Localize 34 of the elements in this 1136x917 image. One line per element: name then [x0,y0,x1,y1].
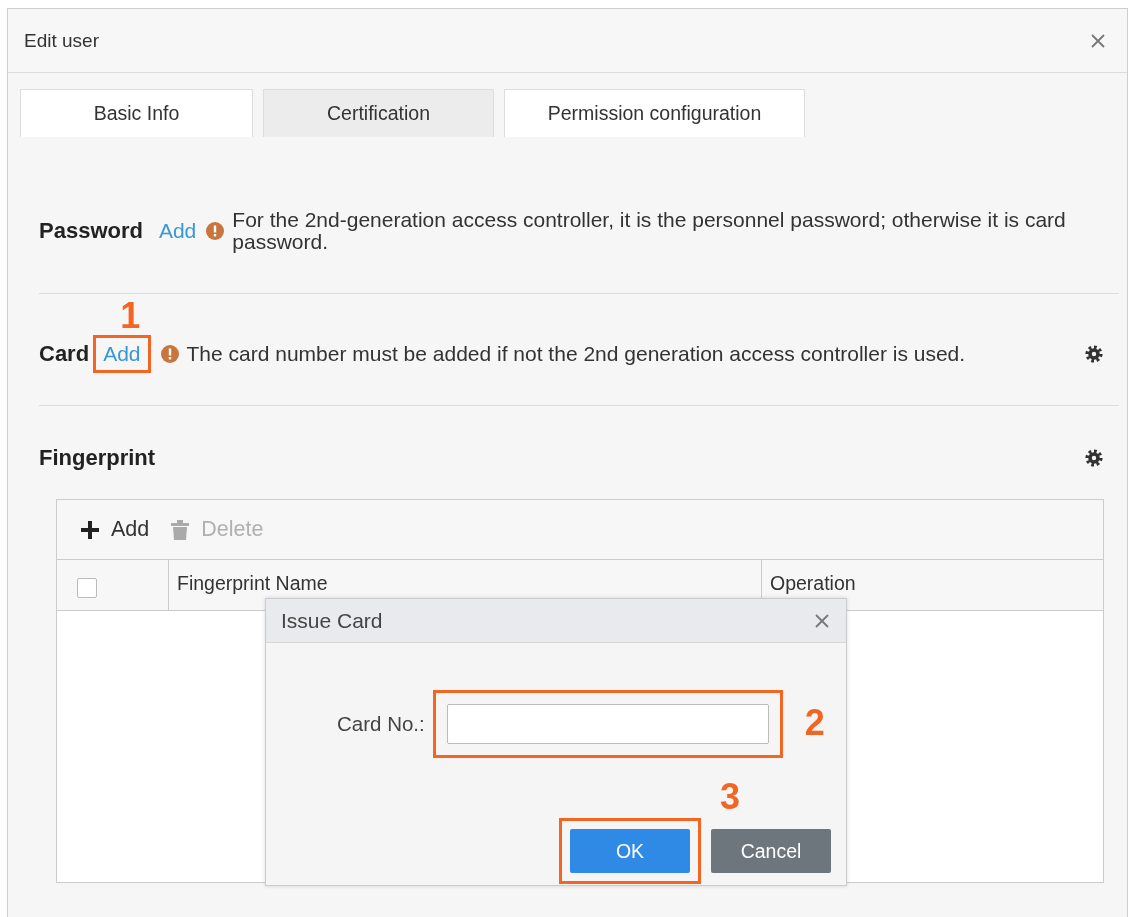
checkbox[interactable] [77,578,97,598]
column-header: Operation [769,571,857,596]
note-text: The card number must be added if not the 2nd generation access controller is used. [186,343,966,365]
settings-icon [1085,449,1103,467]
close-icon [1091,33,1105,48]
section-title: Fingerprint [39,445,156,471]
plus-icon [81,520,99,539]
settings-button[interactable] [1085,345,1103,363]
warning-icon [160,345,179,363]
close-button[interactable] [1089,31,1107,50]
section-title: Card [39,341,90,367]
add-link[interactable]: Add [103,342,141,366]
dialog-title: Issue Card [281,608,383,633]
field-label: Card No.: [337,712,425,736]
tab[interactable]: Basic Info [20,89,253,137]
trash-icon [171,519,190,540]
toolbar-button[interactable]: Add [81,517,150,542]
step-number: 3 [719,779,740,815]
add-link[interactable]: Add [158,219,197,243]
step-number: 1 [120,298,141,334]
cancel-button[interactable]: Cancel [711,829,831,873]
settings-button[interactable] [1085,449,1103,467]
note-text: For the 2nd-generation access controller, it is the personnel password; otherwise it is card password. [232,209,1067,253]
settings-icon [1085,345,1103,363]
tab[interactable]: Certification [263,89,494,137]
step-number: 2 [804,705,825,741]
card-number-field[interactable] [446,704,769,744]
warning-icon [206,222,225,240]
close-icon [815,613,829,628]
close-button[interactable] [813,611,831,630]
ok-button[interactable]: OK [570,829,690,873]
dialog-title: Edit user [24,29,99,52]
tab[interactable]: Permission configuration [504,89,805,137]
section-title: Password [39,218,143,244]
